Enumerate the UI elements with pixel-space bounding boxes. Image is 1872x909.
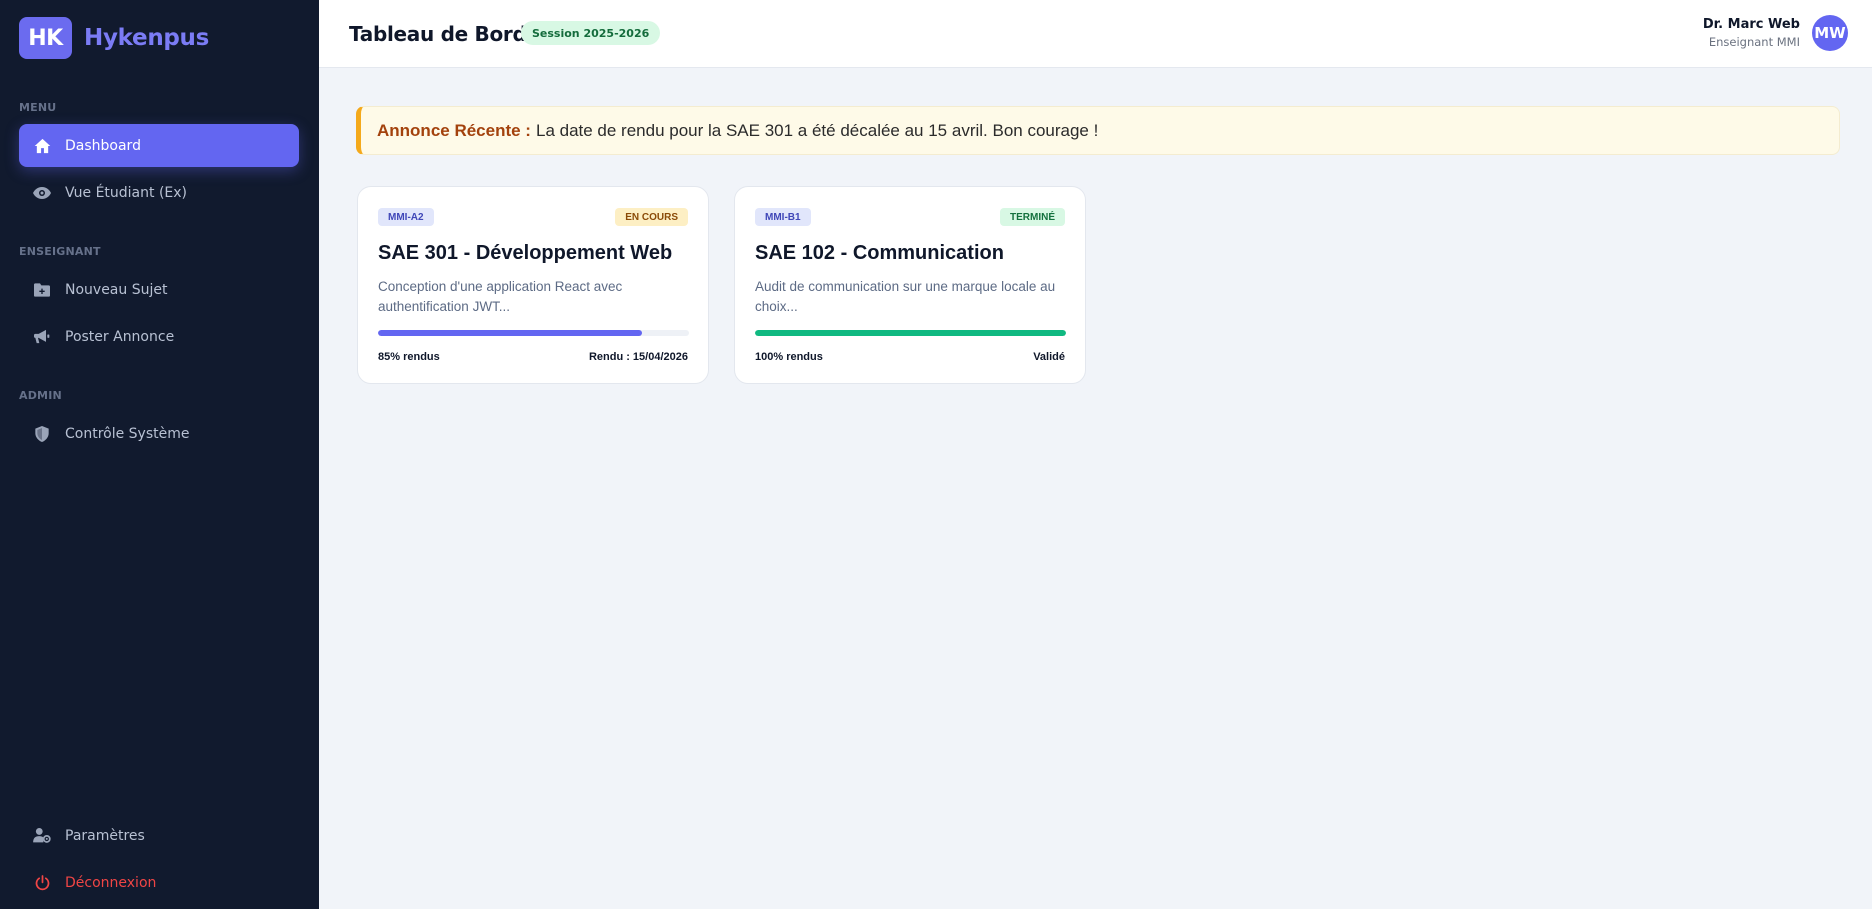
- home-icon: [33, 137, 51, 155]
- sidebar-item-dashboard[interactable]: Dashboard: [19, 124, 299, 167]
- status-badge: EN COURS: [615, 208, 688, 226]
- due-date: Rendu : 15/04/2026: [588, 351, 688, 363]
- sidebar-item-label: Déconnexion: [65, 874, 157, 891]
- eye-icon: [33, 184, 51, 202]
- progress-bar: [755, 330, 1066, 336]
- sidebar-item-vue-etudiant[interactable]: Vue Étudiant (Ex): [19, 171, 299, 214]
- progress-label: 85% rendus: [378, 351, 440, 363]
- sidebar-item-poster-annonce[interactable]: Poster Annonce: [19, 315, 299, 358]
- card-title: SAE 301 - Développement Web: [378, 242, 673, 264]
- avatar[interactable]: MW: [1812, 15, 1848, 51]
- card-description: Conception d'une application React avec …: [378, 279, 623, 314]
- card-title: SAE 102 - Communication: [755, 242, 1004, 264]
- project-card[interactable]: MMI-B1 TERMINÉ SAE 102 - Communication A…: [734, 186, 1086, 384]
- sidebar-item-nouveau-sujet[interactable]: Nouveau Sujet: [19, 268, 299, 311]
- logout-button[interactable]: Déconnexion: [19, 861, 299, 904]
- group-tag: MMI-A2: [378, 208, 434, 226]
- announcement-text: La date de rendu pour la SAE 301 a été d…: [535, 120, 1099, 140]
- shield-icon: [33, 425, 51, 443]
- section-title-enseignant: ENSEIGNANT: [19, 245, 101, 258]
- user-name: Dr. Marc Web: [1702, 17, 1800, 32]
- section-title-admin: ADMIN: [19, 389, 62, 402]
- announcement-label: Annonce Récente :: [377, 120, 531, 140]
- sidebar-item-parametres[interactable]: Paramètres: [19, 814, 299, 857]
- group-tag: MMI-B1: [755, 208, 811, 226]
- folder-plus-icon: [33, 281, 51, 299]
- progress-fill: [378, 330, 643, 336]
- sidebar-item-label: Nouveau Sujet: [65, 281, 168, 298]
- sidebar: HK Hykenpus MENU Dashboard Vue Étudiant …: [0, 0, 319, 909]
- sidebar-item-label: Paramètres: [65, 827, 145, 844]
- status-text: Validé: [1033, 351, 1065, 363]
- brand-name: Hykenpus: [84, 25, 210, 51]
- page-title: Tableau de Bord: [349, 22, 527, 46]
- power-icon: [33, 874, 51, 892]
- user-info[interactable]: Dr. Marc Web Enseignant MMI: [1703, 17, 1800, 49]
- user-role: Enseignant MMI: [1708, 35, 1800, 49]
- card-description: Audit de communication sur une marque lo…: [755, 279, 1056, 314]
- progress-label: 100% rendus: [755, 351, 823, 363]
- progress-bar: [378, 330, 689, 336]
- sidebar-item-label: Poster Annonce: [65, 328, 175, 345]
- sidebar-item-label: Vue Étudiant (Ex): [65, 184, 187, 201]
- user-gear-icon: [33, 827, 51, 845]
- announcement-banner: Annonce Récente : La date de rendu pour …: [356, 106, 1840, 155]
- sidebar-item-label: Dashboard: [65, 137, 141, 154]
- progress-fill: [755, 330, 1066, 336]
- megaphone-icon: [33, 328, 51, 346]
- brand-logo: HK: [19, 17, 72, 59]
- project-card[interactable]: MMI-A2 EN COURS SAE 301 - Développement …: [357, 186, 709, 384]
- brand[interactable]: HK Hykenpus: [19, 17, 209, 59]
- sidebar-item-label: Contrôle Système: [65, 425, 190, 442]
- status-badge: TERMINÉ: [1000, 208, 1065, 226]
- sidebar-item-controle-systeme[interactable]: Contrôle Système: [19, 412, 299, 455]
- section-title-menu: MENU: [19, 101, 57, 114]
- top-header: Tableau de Bord Session 2025-2026 Dr. Ma…: [319, 0, 1872, 68]
- session-badge: Session 2025-2026: [521, 21, 661, 45]
